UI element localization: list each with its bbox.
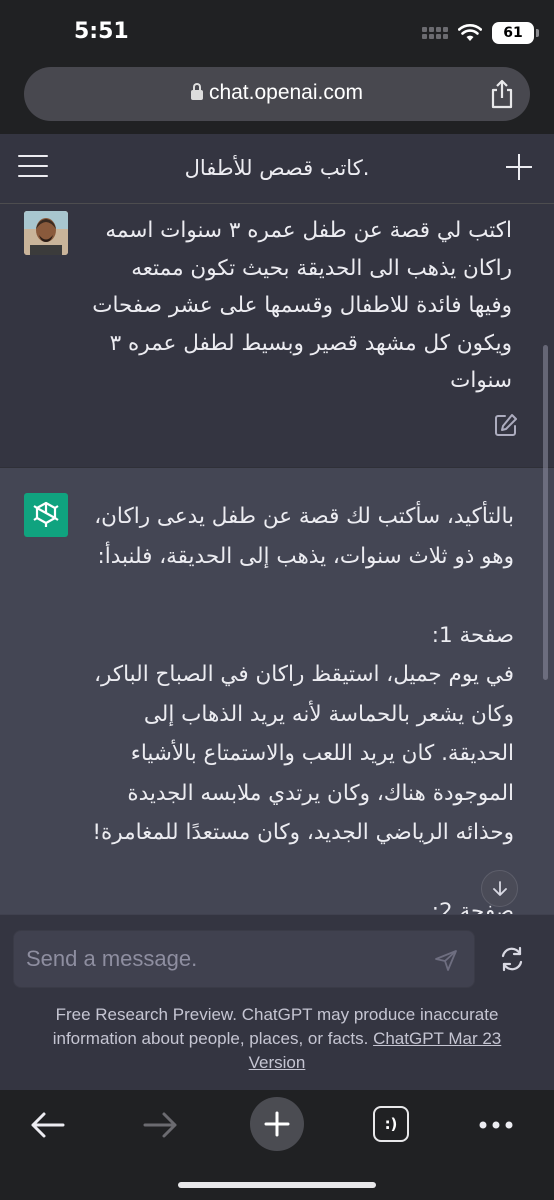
lock-icon [190,83,203,100]
home-indicator [178,1182,376,1188]
arrow-left-icon [31,1112,65,1138]
refresh-icon[interactable] [498,945,526,973]
scrollbar[interactable] [543,345,548,680]
battery-indicator: 61 [492,22,539,44]
forward-button[interactable] [142,1106,180,1144]
assistant-intro: بالتأكيد، سأكتب لك قصة عن طفل يدعى راكان… [94,504,514,569]
arrow-down-icon [492,880,507,896]
status-time: 5:51 [74,19,129,44]
edit-icon[interactable] [493,412,519,438]
scroll-down-button[interactable] [481,870,518,907]
address-bar[interactable]: chat.openai.com [24,67,530,121]
assistant-message-text: بالتأكيد، سأكتب لك قصة عن طفل يدعى راكان… [84,497,514,914]
plus-circle-icon [264,1111,290,1137]
footer-disclaimer: Free Research Preview. ChatGPT may produ… [36,1003,518,1075]
wifi-icon [458,24,482,41]
ellipsis-icon [479,1121,513,1129]
page-1-heading: صفحة 1: [431,622,514,648]
message-input-box[interactable] [13,930,475,988]
back-button[interactable] [28,1106,66,1144]
hamburger-icon[interactable] [18,155,48,179]
page-1-body: في يوم جميل، استيقظ راكان في الصباح البا… [92,662,514,845]
assistant-message-viewport: بالتأكيد، سأكتب لك قصة عن طفل يدعى راكان… [0,468,554,914]
send-icon[interactable] [434,948,458,972]
user-avatar [24,211,68,255]
arrow-right-icon [143,1112,177,1138]
new-chat-plus-icon[interactable] [506,154,532,180]
chat-title: .كاتب قصص للأطفال [184,156,370,180]
cellular-signal-icon [422,27,448,39]
new-tab-button[interactable] [250,1097,304,1151]
url-text: chat.openai.com [208,81,364,104]
more-button[interactable] [476,1106,516,1144]
tabs-button[interactable]: :) [373,1106,409,1142]
share-icon[interactable] [488,79,516,109]
page-2-heading: صفحة 2: [431,899,514,914]
user-message-text: اكتب لي قصة عن طفل عمره ٣ سنوات اسمه راك… [92,218,512,393]
chat-header: .كاتب قصص للأطفال [0,134,554,204]
status-indicators: 61 [422,22,539,44]
message-input[interactable] [26,931,426,987]
